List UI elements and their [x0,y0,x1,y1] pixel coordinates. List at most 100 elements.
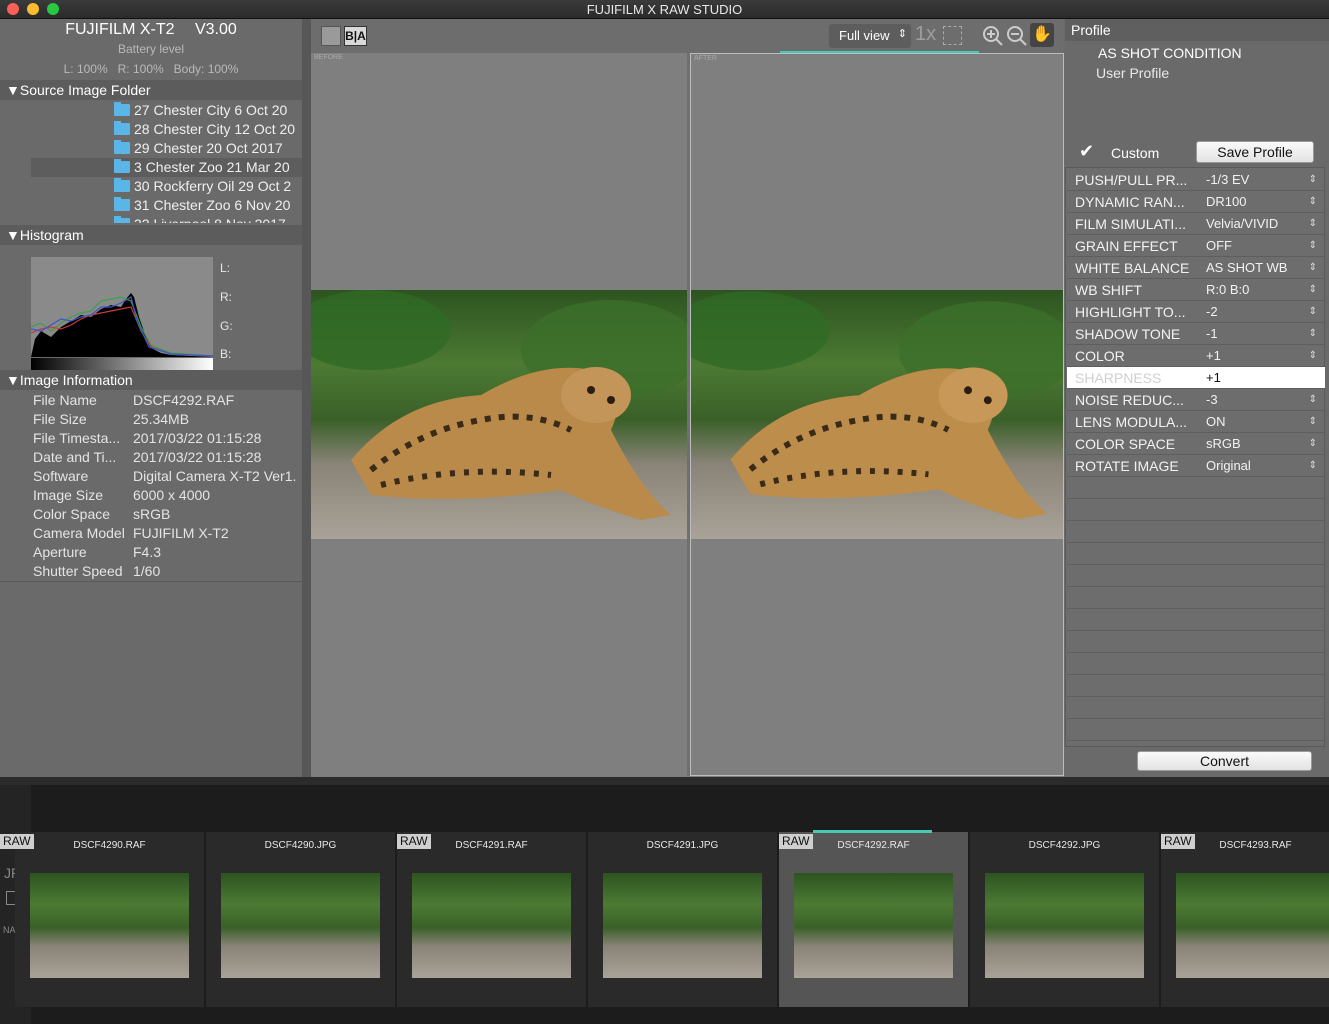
stepper-icon: ⇕ [1308,460,1317,471]
before-image [311,290,687,539]
stepper-icon: ⇕ [1308,416,1317,427]
empty-row [1067,697,1325,719]
thumbnail-item[interactable]: DSCF4290.JPG [206,832,395,1007]
after-label: AFTER [694,55,717,62]
folder-icon [114,121,130,135]
disclosure-triangle-icon: ▼ [6,372,20,388]
stepper-icon: ⇕ [1308,240,1317,251]
custom-profile-label[interactable]: Custom [1111,145,1159,161]
stepper-icon: ⇕ [1308,438,1317,449]
empty-row [1067,609,1325,631]
thumbnail-image [603,873,762,978]
divider [0,581,302,582]
setting-color-space[interactable]: COLOR SPACE sRGB ⇕ [1067,433,1325,455]
filmstrip-splitter[interactable] [0,777,1329,785]
info-row: File Name DSCF4292.RAF [33,392,235,408]
settings-list: PUSH/PULL PR... -1/3 EV ⇕ DYNAMIC RAN... DR… [1065,167,1325,747]
info-row: File Timesta... 2017/03/22 01:15:28 [33,430,262,446]
setting-highlight-tone[interactable]: HIGHLIGHT TO... -2 ⇕ [1067,301,1325,323]
setting-film-simulation[interactable]: FILM SIMULATI... Velvia/VIVID ⇕ [1067,213,1325,235]
setting-dynamic-range[interactable]: DYNAMIC RAN... DR100 ⇕ [1067,191,1325,213]
as-shot-condition-item[interactable]: AS SHOT CONDITION [1098,45,1242,61]
stepper-icon: ⇕ [1308,262,1317,273]
folder-icon [114,159,130,173]
hand-tool-icon[interactable]: ✋ [1030,23,1054,47]
folder-item[interactable]: 31 Chester Zoo 6 Nov 20 [0,196,302,215]
folder-item[interactable]: 29 Chester 20 Oct 2017 [0,139,302,158]
single-view-icon[interactable] [321,26,341,46]
info-row: File Size 25.34MB [33,411,190,427]
thumbnail-item[interactable]: DSCF4292.JPG [970,832,1159,1007]
disclosure-triangle-icon: ▼ [6,227,20,243]
folder-item[interactable]: 30 Rockferry Oil 29 Oct 2 [0,177,302,196]
empty-row [1067,543,1325,565]
empty-row [1067,587,1325,609]
setting-push-pull[interactable]: PUSH/PULL PR... -1/3 EV ⇕ [1067,169,1325,191]
thumbnail-image [221,873,380,978]
after-pane[interactable]: AFTER [690,53,1064,776]
info-row: Software Digital Camera X-T2 Ver1. [33,468,297,484]
setting-shadow-tone[interactable]: SHADOW TONE -1 ⇕ [1067,323,1325,345]
zoom-out-icon[interactable] [1006,25,1028,47]
setting-lens-modulation[interactable]: LENS MODULA... ON ⇕ [1067,411,1325,433]
histogram-r-label: R: [220,290,232,304]
convert-button[interactable]: Convert [1137,751,1312,771]
histogram-g-label: G: [220,319,233,333]
zoom-in-icon[interactable] [982,25,1004,47]
before-pane[interactable]: BEFORE [311,53,687,776]
setting-sharpness[interactable]: SHARPNESS +1 [1067,367,1325,389]
profile-panel: Profile AS SHOT CONDITION User Profile ✔… [1065,19,1329,777]
battery-label: Battery level [117,42,185,56]
thumbnail-item[interactable]: RAW DSCF4291.RAF [397,832,586,1007]
thumbnail-item-selected[interactable]: RAW DSCF4292.RAF [779,830,968,1007]
thumbnail-item[interactable]: RAW DSCF4290.RAF [0,832,204,1007]
view-mode-select[interactable]: Full view ⇕ [829,24,911,48]
disclosure-triangle-icon: ▼ [6,82,20,98]
left-splitter[interactable] [302,19,311,777]
info-row: Color Space sRGB [33,506,171,522]
folder-item[interactable]: 27 Chester City 6 Oct 20 [0,101,302,120]
info-row: Image Size 6000 x 4000 [33,487,211,503]
camera-header: FUJIFILM X-T2 V3.00 [0,21,302,39]
empty-row [1067,719,1325,741]
thumbnail-item[interactable]: DSCF4291.JPG [588,832,777,1007]
fit-screen-icon[interactable] [943,26,962,45]
histogram-b-label: B: [220,347,232,361]
left-panel: FUJIFILM X-T2 V3.00 Battery level L: 100… [0,19,302,777]
setting-white-balance[interactable]: WHITE BALANCE AS SHOT WB ⇕ [1067,257,1325,279]
folder-item[interactable]: 32 Liverpool 8 Nov 2017 [0,215,302,223]
empty-row [1067,477,1325,499]
save-profile-button[interactable]: Save Profile [1196,141,1314,163]
info-row: Camera Model FUJIFILM X-T2 [33,525,229,541]
setting-color[interactable]: COLOR +1 ⇕ [1067,345,1325,367]
source-folder-header[interactable]: ▼Source Image Folder [0,80,302,100]
setting-noise-reduction[interactable]: NOISE REDUC... -3 ⇕ [1067,389,1325,411]
empty-row [1067,521,1325,543]
thumbnail-image [1176,873,1329,978]
info-row: Date and Ti... 2017/03/22 01:15:28 [33,449,262,465]
thumbnail-image [985,873,1144,978]
compare-view-button[interactable]: B|A [344,26,367,46]
camera-version: V3.00 [194,21,237,38]
user-profile-item[interactable]: User Profile [1096,65,1169,81]
setting-wb-shift[interactable]: WB SHIFT R:0 B:0 ⇕ [1067,279,1325,301]
histogram-header[interactable]: ▼Histogram [0,225,302,245]
viewer-toolbar: B|A Full view ⇕ 1x ✋ [311,19,1064,53]
setting-rotate-image[interactable]: ROTATE IMAGE Original ⇕ [1067,455,1325,477]
empty-row [1067,499,1325,521]
selection-indicator [813,830,932,833]
image-info-header[interactable]: ▼Image Information [0,370,302,390]
window-title: FUJIFILM X RAW STUDIO [586,2,743,17]
info-row: Shutter Speed 1/60 [33,563,161,579]
thumbnail-item[interactable]: RAW DSCF4293.RAF [1161,832,1329,1007]
stepper-icon: ⇕ [1308,350,1317,361]
thumbnail-image [412,873,571,978]
stepper-icon: ⇕ [1308,196,1317,207]
zoom-1x-button[interactable]: 1x [915,23,936,46]
folder-list[interactable]: 27 Chester City 6 Oct 20 28 Chester City… [0,101,302,223]
folder-item[interactable]: 28 Chester City 12 Oct 20 [0,120,302,139]
thumbnail-image [30,873,189,978]
setting-grain-effect[interactable]: GRAIN EFFECT OFF ⇕ [1067,235,1325,257]
folder-item-selected[interactable]: 3 Chester Zoo 21 Mar 20 [31,158,302,177]
stepper-icon: ⇕ [1308,306,1317,317]
